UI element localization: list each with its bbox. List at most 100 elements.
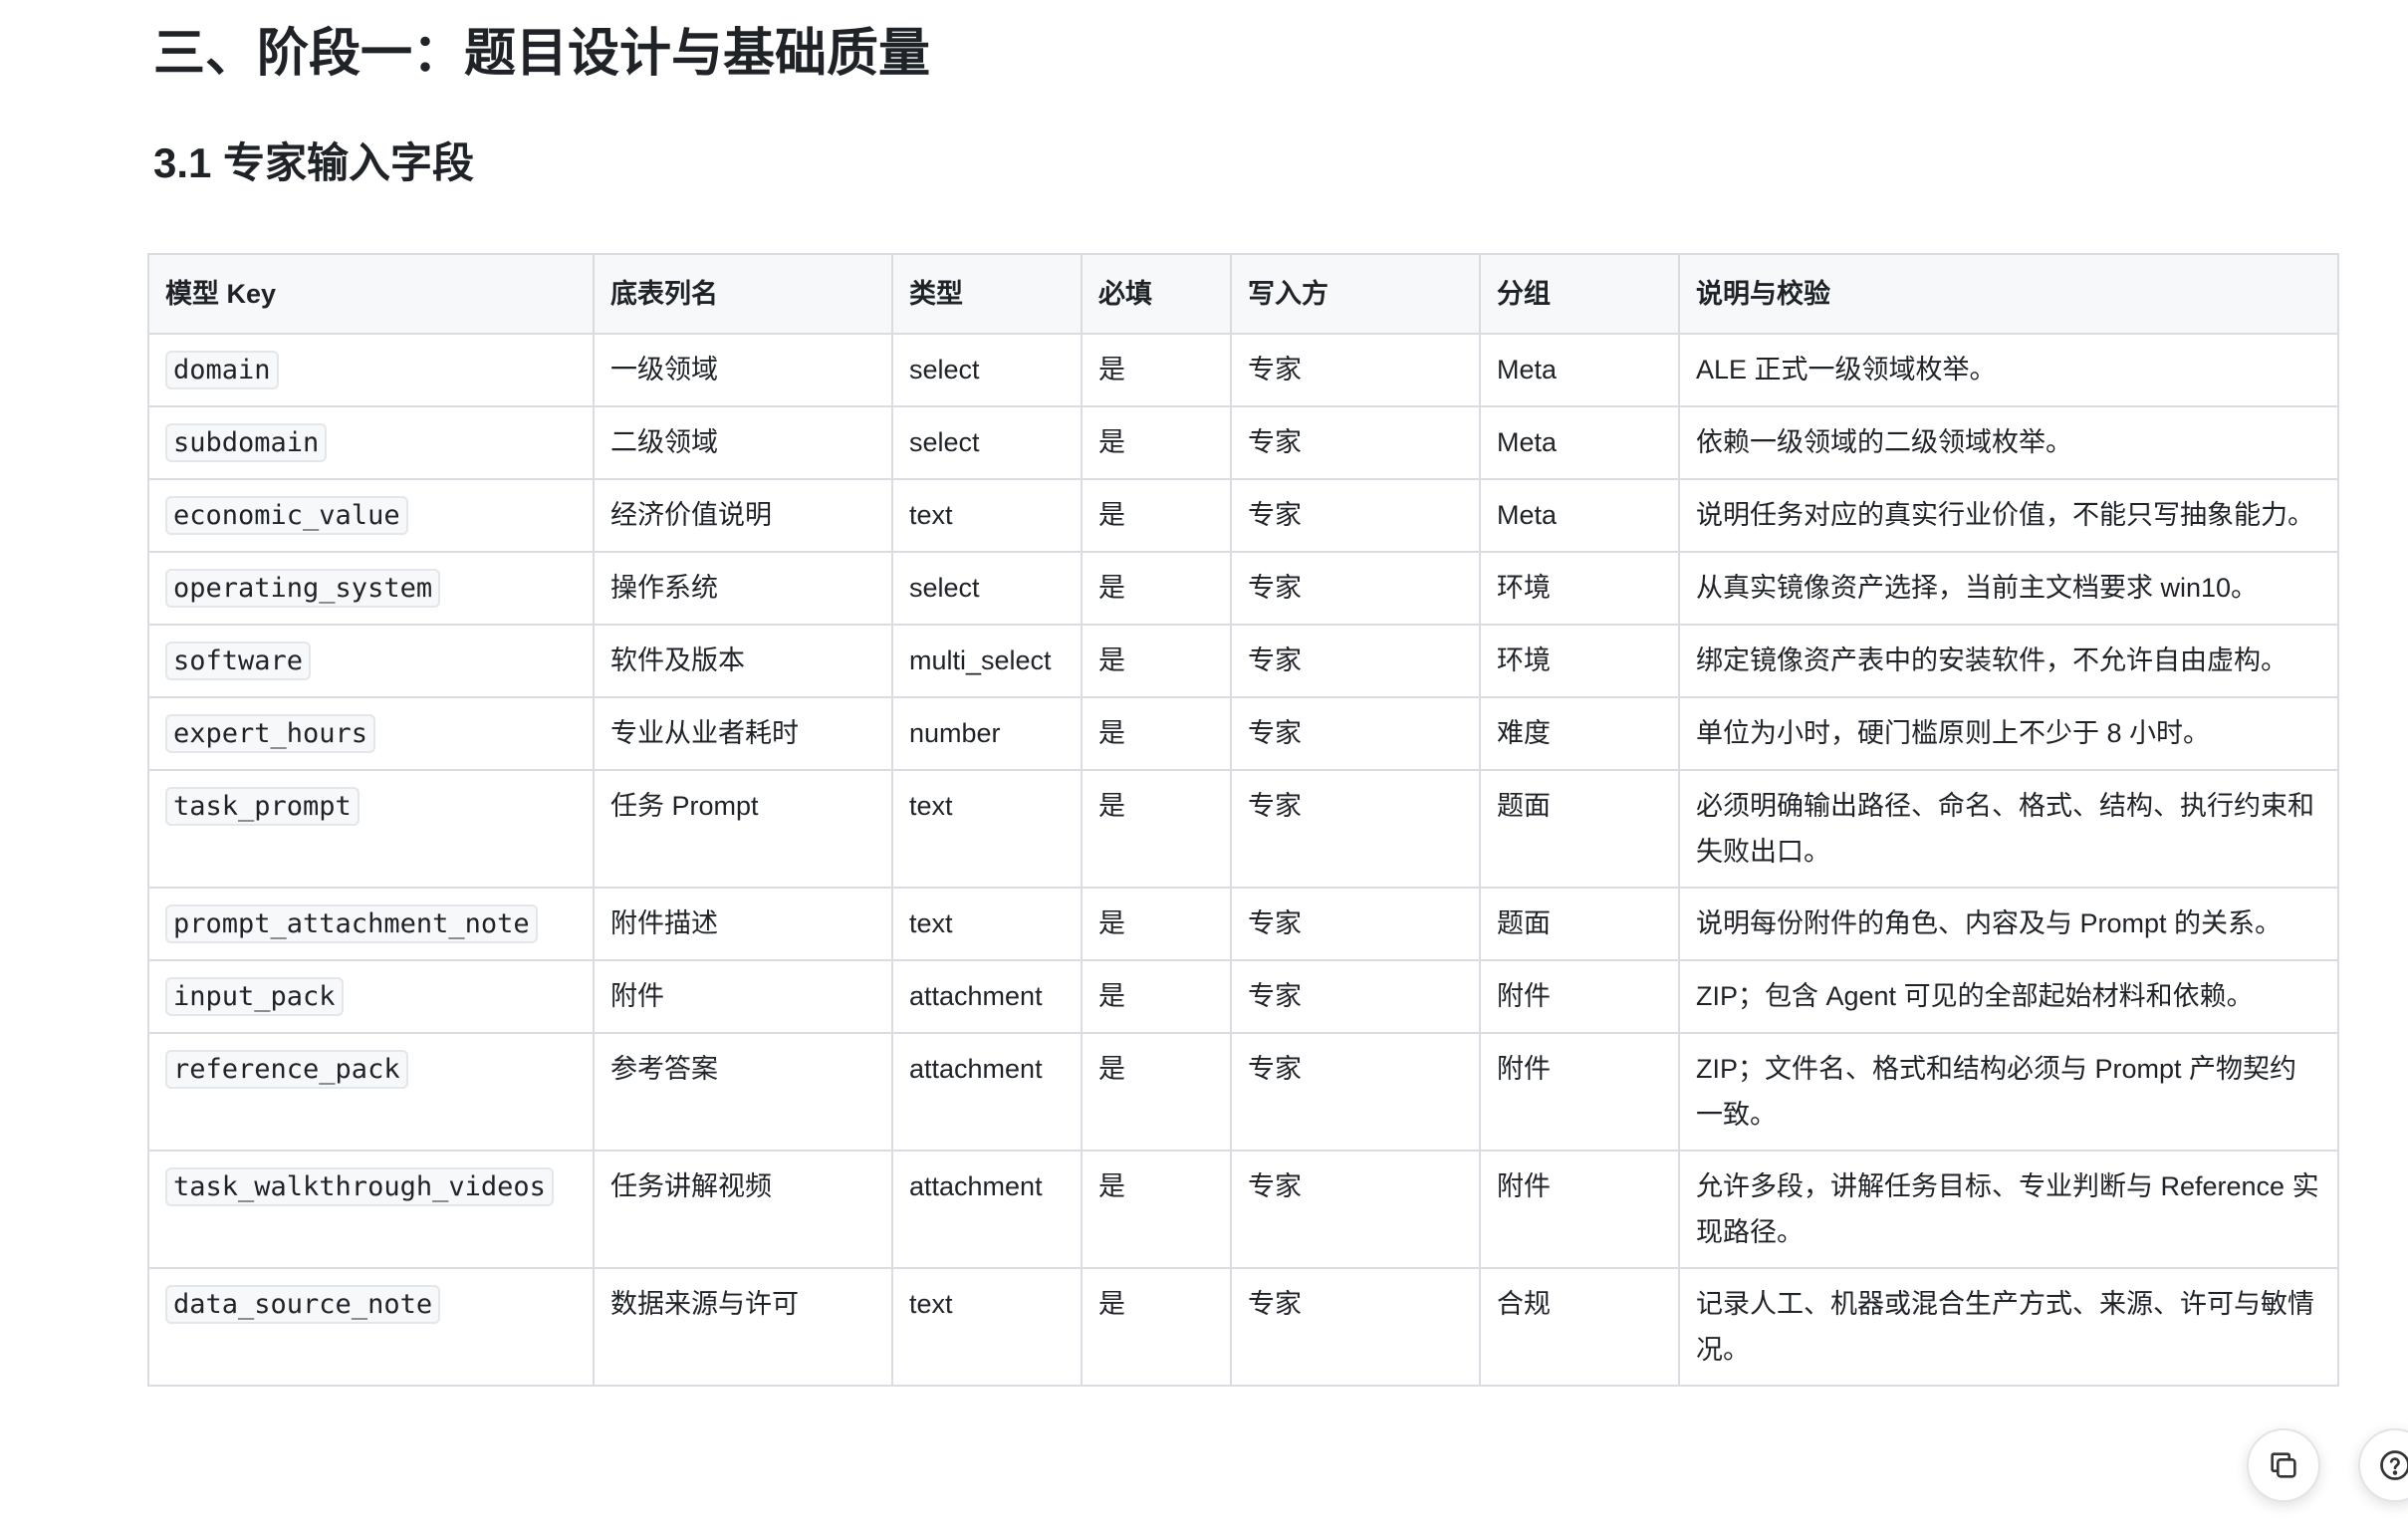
- cell-writer: 专家: [1230, 333, 1481, 407]
- cell-writer: 专家: [1230, 696, 1481, 771]
- copy-button[interactable]: [2247, 1428, 2320, 1502]
- cell-group: 题面: [1479, 887, 1680, 961]
- cell-column: 任务讲解视频: [593, 1150, 893, 1269]
- help-button[interactable]: [2358, 1428, 2408, 1502]
- field-key: operating_system: [165, 569, 441, 608]
- cell-required: 是: [1081, 769, 1232, 889]
- cell-required: 是: [1081, 1032, 1232, 1152]
- cell-required: 是: [1081, 959, 1232, 1034]
- cell-required: 是: [1081, 551, 1232, 626]
- cell-required: 是: [1081, 1150, 1232, 1269]
- cell-type: attachment: [891, 1032, 1083, 1152]
- cell-type: number: [891, 696, 1083, 771]
- cell-column: 操作系统: [593, 551, 893, 626]
- cell-description: 单位为小时，硬门槛原则上不少于 8 小时。: [1678, 696, 2339, 771]
- cell-type: select: [891, 405, 1083, 480]
- field-key: task_walkthrough_videos: [165, 1167, 554, 1206]
- cell-column: 参考答案: [593, 1032, 893, 1152]
- help-icon: [2380, 1450, 2408, 1480]
- cell-description: 记录人工、机器或混合生产方式、来源、许可与敏情况。: [1678, 1267, 2339, 1387]
- table-row: task_walkthrough_videos 任务讲解视频 attachmen…: [147, 1150, 2339, 1269]
- cell-description: 允许多段，讲解任务目标、专业判断与 Reference 实现路径。: [1678, 1150, 2339, 1269]
- table-row: task_prompt 任务 Prompt text 是 专家 题面 必须明确输…: [147, 769, 2339, 889]
- field-key: task_prompt: [165, 787, 360, 826]
- cell-group: 难度: [1479, 696, 1680, 771]
- cell-column: 专业从业者耗时: [593, 696, 893, 771]
- field-key: prompt_attachment_note: [165, 904, 538, 943]
- cell-required: 是: [1081, 696, 1232, 771]
- field-key: software: [165, 642, 312, 680]
- cell-description: 依赖一级领域的二级领域枚举。: [1678, 405, 2339, 480]
- table-row: reference_pack 参考答案 attachment 是 专家 附件 Z…: [147, 1032, 2339, 1152]
- table-row: subdomain 二级领域 select 是 专家 Meta 依赖一级领域的二…: [147, 405, 2339, 480]
- cell-writer: 专家: [1230, 1032, 1481, 1152]
- cell-description: 说明任务对应的真实行业价值，不能只写抽象能力。: [1678, 478, 2339, 553]
- table-row: operating_system 操作系统 select 是 专家 环境 从真实…: [147, 551, 2339, 626]
- cell-writer: 专家: [1230, 624, 1481, 698]
- header-type: 类型: [891, 253, 1083, 335]
- cell-required: 是: [1081, 887, 1232, 961]
- cell-group: 题面: [1479, 769, 1680, 889]
- field-key: domain: [165, 351, 279, 389]
- header-column-name: 底表列名: [593, 253, 893, 335]
- cell-writer: 专家: [1230, 769, 1481, 889]
- cell-writer: 专家: [1230, 887, 1481, 961]
- cell-column: 软件及版本: [593, 624, 893, 698]
- section-heading: 三、阶段一：题目设计与基础质量: [153, 25, 931, 83]
- header-model-key: 模型 Key: [147, 253, 595, 335]
- cell-group: 合规: [1479, 1267, 1680, 1387]
- cell-column: 一级领域: [593, 333, 893, 407]
- table-row: economic_value 经济价值说明 text 是 专家 Meta 说明任…: [147, 478, 2339, 553]
- cell-description: 绑定镜像资产表中的安装软件，不允许自由虚构。: [1678, 624, 2339, 698]
- cell-description: 必须明确输出路径、命名、格式、结构、执行约束和失败出口。: [1678, 769, 2339, 889]
- cell-type: select: [891, 333, 1083, 407]
- cell-writer: 专家: [1230, 551, 1481, 626]
- cell-type: multi_select: [891, 624, 1083, 698]
- cell-type: text: [891, 1267, 1083, 1387]
- cell-required: 是: [1081, 1267, 1232, 1387]
- cell-group: 环境: [1479, 624, 1680, 698]
- cell-description: ZIP；文件名、格式和结构必须与 Prompt 产物契约一致。: [1678, 1032, 2339, 1152]
- cell-required: 是: [1081, 478, 1232, 553]
- expert-input-fields-table: 模型 Key 底表列名 类型 必填 写入方 分组 说明与校验 domain 一级…: [147, 253, 2339, 1387]
- cell-group: 环境: [1479, 551, 1680, 626]
- header-description: 说明与校验: [1678, 253, 2339, 335]
- cell-writer: 专家: [1230, 1267, 1481, 1387]
- cell-column: 任务 Prompt: [593, 769, 893, 889]
- cell-column: 附件: [593, 959, 893, 1034]
- cell-required: 是: [1081, 405, 1232, 480]
- cell-group: Meta: [1479, 478, 1680, 553]
- cell-column: 数据来源与许可: [593, 1267, 893, 1387]
- copy-icon: [2271, 1452, 2296, 1478]
- field-key: reference_pack: [165, 1050, 408, 1089]
- cell-group: 附件: [1479, 1150, 1680, 1269]
- table-row: input_pack 附件 attachment 是 专家 附件 ZIP；包含 …: [147, 959, 2339, 1034]
- cell-type: select: [891, 551, 1083, 626]
- cell-column: 附件描述: [593, 887, 893, 961]
- cell-type: attachment: [891, 1150, 1083, 1269]
- table-row: expert_hours 专业从业者耗时 number 是 专家 难度 单位为小…: [147, 696, 2339, 771]
- cell-writer: 专家: [1230, 478, 1481, 553]
- cell-type: text: [891, 769, 1083, 889]
- cell-writer: 专家: [1230, 1150, 1481, 1269]
- table-row: domain 一级领域 select 是 专家 Meta ALE 正式一级领域枚…: [147, 333, 2339, 407]
- table-row: data_source_note 数据来源与许可 text 是 专家 合规 记录…: [147, 1267, 2339, 1387]
- cell-description: 从真实镜像资产选择，当前主文档要求 win10。: [1678, 551, 2339, 626]
- field-key: data_source_note: [165, 1285, 441, 1324]
- field-key: input_pack: [165, 977, 344, 1016]
- field-key: economic_value: [165, 496, 408, 535]
- cell-type: text: [891, 887, 1083, 961]
- header-group: 分组: [1479, 253, 1680, 335]
- table-row: software 软件及版本 multi_select 是 专家 环境 绑定镜像…: [147, 624, 2339, 698]
- field-key: expert_hours: [165, 714, 376, 753]
- cell-description: 说明每份附件的角色、内容及与 Prompt 的关系。: [1678, 887, 2339, 961]
- subsection-heading: 3.1 专家输入字段: [153, 139, 475, 186]
- header-writer: 写入方: [1230, 253, 1481, 335]
- cell-required: 是: [1081, 624, 1232, 698]
- field-key: subdomain: [165, 423, 328, 462]
- cell-description: ALE 正式一级领域枚举。: [1678, 333, 2339, 407]
- table-header-row: 模型 Key 底表列名 类型 必填 写入方 分组 说明与校验: [147, 253, 2339, 335]
- cell-group: 附件: [1479, 959, 1680, 1034]
- cell-writer: 专家: [1230, 959, 1481, 1034]
- cell-type: attachment: [891, 959, 1083, 1034]
